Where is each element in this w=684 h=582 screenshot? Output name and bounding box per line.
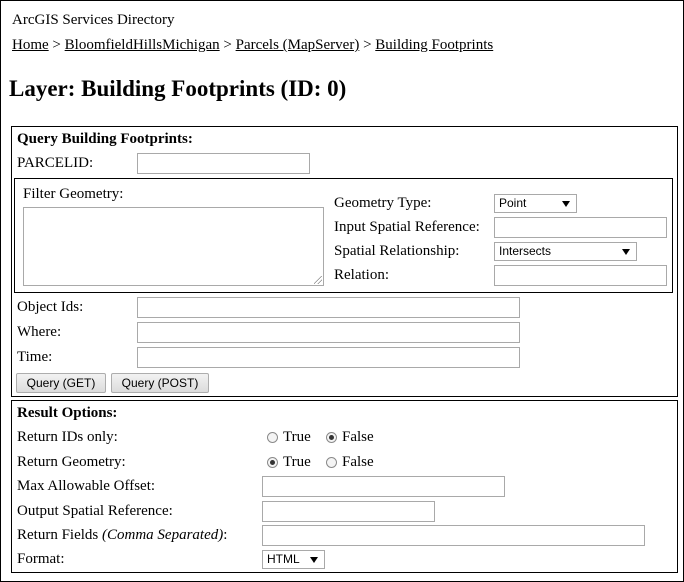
relation-input[interactable] [494,265,667,286]
relation-label: Relation: [334,267,389,283]
return-fields-colon: : [223,527,228,543]
spatial-relationship-label: Spatial Relationship: [334,243,460,259]
return-ids-false-radio[interactable] [326,432,337,443]
query-post-button[interactable]: Query (POST) [111,373,209,393]
return-geometry-true-label: True [283,454,311,470]
filter-geometry-textarea[interactable] [23,207,324,286]
page-title: Layer: Building Footprints (ID: 0) [9,76,347,101]
app-title: ArcGIS Services Directory [12,12,175,28]
parcelid-input[interactable] [137,153,310,174]
time-input[interactable] [137,347,520,368]
return-ids-true-label: True [283,429,311,445]
breadcrumb-home-link[interactable]: Home [12,37,49,53]
return-fields-label-text: Return Fields [17,527,99,543]
return-fields-input[interactable] [262,525,645,546]
input-spatial-reference-label: Input Spatial Reference: [334,219,480,235]
output-spatial-reference-label: Output Spatial Reference: [17,503,173,519]
max-offset-input[interactable] [262,476,505,497]
result-options-title: Result Options: [17,405,118,421]
resize-grip-icon[interactable] [314,276,322,284]
where-input[interactable] [137,322,520,343]
breadcrumb-separator: > [363,37,372,53]
return-ids-false-label: False [342,429,374,445]
geometry-type-label: Geometry Type: [334,195,432,211]
return-ids-true-radio[interactable] [267,432,278,443]
geometry-type-value: Point [499,196,527,210]
return-fields-label: Return Fields (Comma Separated): [17,527,227,544]
breadcrumb-separator: > [223,37,232,53]
return-geometry-false-label: False [342,454,374,470]
spatial-relationship-select[interactable]: Intersects [494,242,637,261]
format-select[interactable]: HTML [262,550,325,569]
object-ids-label: Object Ids: [17,299,84,315]
dropdown-arrow-icon [622,249,630,255]
return-ids-label: Return IDs only: [17,429,118,445]
breadcrumb-layer-link[interactable]: Building Footprints [375,37,493,53]
where-label: Where: [17,324,62,340]
breadcrumb: Home > BloomfieldHillsMichigan > Parcels… [12,37,493,54]
filter-geometry-label: Filter Geometry: [23,186,124,202]
query-panel-title: Query Building Footprints: [17,131,193,147]
query-get-button[interactable]: Query (GET) [16,373,106,393]
breadcrumb-separator: > [52,37,61,53]
object-ids-input[interactable] [137,297,520,318]
return-fields-note: (Comma Separated) [102,527,224,543]
format-value: HTML [267,552,300,566]
dropdown-arrow-icon [310,557,318,563]
geometry-type-select[interactable]: Point [494,194,577,213]
input-spatial-reference-input[interactable] [494,217,667,238]
breadcrumb-folder-link[interactable]: BloomfieldHillsMichigan [65,37,220,53]
return-geometry-label: Return Geometry: [17,454,126,470]
breadcrumb-service-link[interactable]: Parcels (MapServer) [236,37,360,53]
output-spatial-reference-input[interactable] [262,501,435,522]
parcelid-label: PARCELID: [17,155,94,171]
format-label: Format: [17,551,65,567]
return-geometry-false-radio[interactable] [326,457,337,468]
return-geometry-true-radio[interactable] [267,457,278,468]
max-offset-label: Max Allowable Offset: [17,478,156,494]
time-label: Time: [17,349,53,365]
dropdown-arrow-icon [562,201,570,207]
spatial-relationship-value: Intersects [499,244,552,258]
